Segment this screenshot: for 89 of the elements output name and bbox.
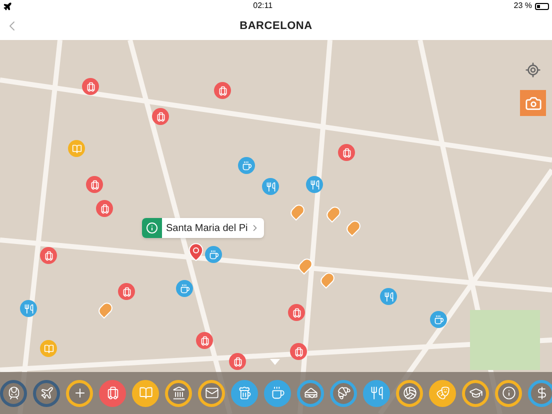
plane-icon (40, 386, 54, 400)
luggage-icon (122, 286, 132, 296)
fork-knife-icon (370, 386, 384, 400)
beer-mug-icon (238, 386, 252, 400)
luggage-icon (342, 148, 352, 158)
map-pin[interactable] (176, 280, 193, 297)
camera-icon (524, 94, 542, 112)
plus-icon (72, 386, 86, 400)
category-button[interactable] (495, 380, 522, 406)
fork-knife-icon (24, 304, 34, 314)
category-button[interactable] (33, 380, 60, 406)
category-button[interactable] (462, 380, 489, 406)
airplane-mode-icon (3, 2, 12, 10)
fork-knife-icon (310, 180, 320, 190)
map-pin[interactable] (96, 200, 113, 217)
fork-knife-icon (266, 182, 276, 192)
map-pin[interactable] (205, 246, 222, 263)
columns-building-icon (172, 386, 186, 400)
croissant-icon (336, 386, 350, 400)
ball-icon (402, 386, 416, 400)
status-time: 02:11 (253, 0, 273, 12)
category-button[interactable] (429, 380, 456, 406)
category-button[interactable] (330, 380, 357, 406)
luggage-icon (294, 346, 304, 356)
map-pin[interactable] (338, 144, 355, 161)
luggage-icon (106, 386, 120, 400)
theater-masks-icon (436, 386, 450, 400)
map-pin[interactable] (262, 178, 279, 195)
map-pin[interactable] (380, 288, 397, 305)
luggage-icon (44, 250, 54, 260)
map-pin[interactable] (229, 353, 246, 370)
coffee-cup-icon (242, 160, 252, 170)
book-icon (138, 386, 152, 400)
page-title: BARCELONA (240, 18, 312, 34)
train-icon (6, 386, 20, 400)
book-icon (44, 344, 54, 354)
category-button[interactable] (165, 380, 192, 406)
info-icon (502, 386, 516, 400)
map-pin[interactable] (288, 304, 305, 321)
map-pin[interactable] (238, 157, 255, 174)
luggage-icon (232, 356, 242, 366)
category-button[interactable] (132, 380, 159, 406)
graduation-cap-icon (468, 386, 482, 400)
map-pin[interactable] (196, 332, 213, 349)
category-button[interactable] (66, 380, 93, 406)
category-button[interactable] (99, 380, 126, 406)
category-button[interactable] (231, 380, 258, 406)
category-button[interactable] (396, 380, 423, 406)
coffee-cup-icon (180, 284, 190, 294)
map-pin[interactable] (306, 176, 323, 193)
fork-knife-icon (384, 292, 394, 302)
battery-percentage: 23 % (514, 0, 532, 12)
info-icon (146, 222, 158, 234)
category-button[interactable] (363, 380, 390, 406)
luggage-icon (156, 112, 166, 122)
map-pin[interactable] (40, 247, 57, 264)
coffee-cup-icon (434, 314, 444, 324)
drawer-handle-icon[interactable] (270, 359, 280, 365)
map-pin[interactable] (40, 340, 57, 357)
category-button[interactable] (528, 380, 552, 406)
coffee-cup-icon (208, 250, 218, 260)
book-icon (72, 144, 82, 154)
luggage-icon (86, 82, 96, 92)
category-button[interactable] (297, 380, 324, 406)
locate-icon[interactable] (525, 62, 541, 78)
map-pin[interactable] (20, 300, 37, 317)
luggage-icon (200, 336, 210, 346)
map-pin[interactable] (86, 176, 103, 193)
camera-button[interactable] (520, 90, 546, 116)
luggage-icon (90, 180, 100, 190)
luggage-icon (218, 86, 228, 96)
category-button[interactable] (264, 380, 291, 406)
luggage-icon (100, 204, 110, 214)
battery-icon (534, 2, 549, 10)
map-placeholder[interactable]: Santa Maria del Pi (0, 40, 552, 414)
luggage-icon (292, 308, 302, 318)
map-pin[interactable] (152, 108, 169, 125)
category-button[interactable] (0, 380, 27, 406)
envelope-icon (204, 386, 218, 400)
map-pin[interactable] (430, 311, 447, 328)
map-pin[interactable] (290, 343, 307, 360)
map-pin[interactable] (82, 78, 99, 95)
map-pin-icon[interactable] (186, 242, 206, 262)
sandwich-icon (304, 386, 318, 400)
map-pin[interactable] (68, 140, 85, 157)
map-pin[interactable] (214, 82, 231, 99)
map-pin[interactable] (118, 283, 135, 300)
coffee-cup-icon (270, 386, 284, 400)
category-button[interactable] (198, 380, 225, 406)
